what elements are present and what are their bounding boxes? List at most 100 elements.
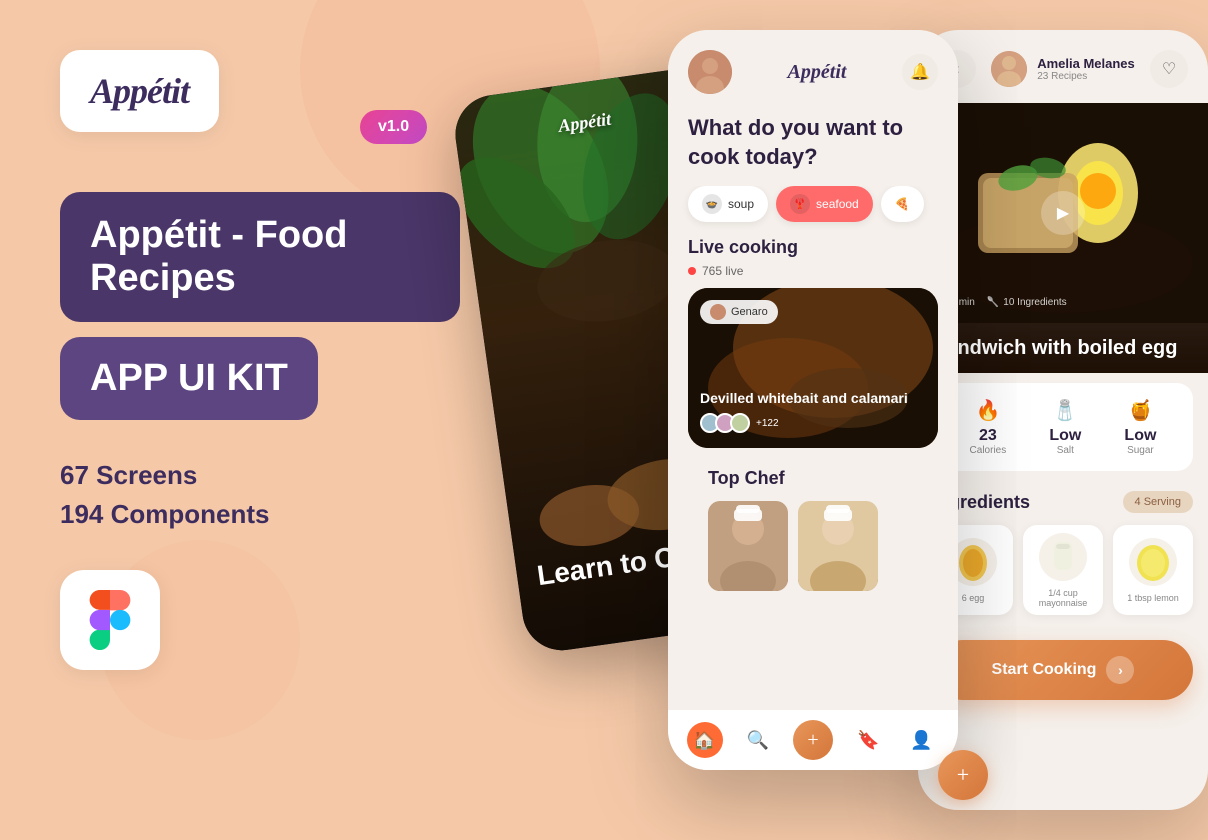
chef2-svg	[798, 501, 878, 591]
sugar-icon: 🍯	[1124, 398, 1156, 423]
fab-button[interactable]: +	[938, 750, 988, 800]
seafood-icon: 🦞	[790, 194, 810, 214]
screens-count: 67 Screens	[60, 460, 460, 491]
nav-home[interactable]: 🏠	[687, 722, 723, 758]
category-pills: 🍲 soup 🦞 seafood 🍕	[668, 186, 958, 237]
user-info: Amelia Melanes 23 Recipes	[1037, 56, 1135, 82]
chef-card-1[interactable]	[708, 501, 788, 591]
top-chef-section: Top Chef	[688, 468, 938, 591]
stats-section: 67 Screens 194 Components	[60, 460, 460, 530]
live-recipe-name: Devilled whitebait and calamari	[700, 389, 926, 407]
left-panel: Appétit v1.0 Appétit - Food Recipes APP …	[60, 50, 460, 670]
components-count: 194 Components	[60, 499, 460, 530]
ingredients-section: Ingredients 4 Serving 6 egg	[918, 481, 1208, 625]
recipe-image: ▶ ⏱ 12 min 🥄 10 Ingredients	[918, 103, 1208, 323]
chef-card-2[interactable]	[798, 501, 878, 591]
nav-bookmark[interactable]: 🔖	[850, 722, 886, 758]
live-card[interactable]: Genaro Devilled whitebait and calamari +…	[688, 288, 938, 448]
salt-label: Salt	[1049, 445, 1081, 456]
calories-value: 23	[970, 427, 1007, 445]
heart-button[interactable]: ♡	[1150, 50, 1188, 88]
soup-label: soup	[728, 197, 754, 211]
phone-right: ‹ Amelia Melanes 23 Recipes ♡	[918, 30, 1208, 810]
figma-logo-box	[60, 570, 160, 670]
right-user-avatar	[991, 51, 1027, 87]
bottom-nav: 🏠 🔍 + 🔖 👤	[668, 710, 958, 770]
extra-label: 🍕	[895, 197, 910, 211]
nutrition-section: 🔥 23 Calories 🧂 Low Salt 🍯 Low Sugar	[933, 383, 1193, 471]
phone-middle: Appétit 🔔 What do you want to cook today…	[668, 30, 958, 770]
sugar-label: Sugar	[1124, 445, 1156, 456]
notification-bell[interactable]: 🔔	[902, 54, 938, 90]
egg-label: 6 egg	[962, 593, 985, 603]
nav-search[interactable]: 🔍	[740, 722, 776, 758]
avatar-svg	[688, 50, 732, 94]
mayo-svg	[1038, 532, 1088, 582]
top-chef-title: Top Chef	[708, 468, 918, 489]
live-title: Live cooking	[688, 237, 938, 258]
soup-icon: 🍲	[702, 194, 722, 214]
right-topbar: ‹ Amelia Melanes 23 Recipes ♡	[918, 30, 1208, 103]
version-badge: v1.0	[360, 110, 427, 144]
user-name: Amelia Melanes	[1037, 56, 1135, 71]
seafood-pill[interactable]: 🦞 seafood	[776, 186, 873, 222]
ingredients-badge: 🥄 10 Ingredients	[987, 297, 1067, 308]
recipe-title: Sandwich with boiled egg	[933, 335, 1193, 361]
start-cooking-button[interactable]: Start Cooking ›	[933, 640, 1193, 700]
ingredient-items: 6 egg 1/4 cup mayonnaise	[933, 525, 1193, 615]
chef-cards	[708, 501, 918, 591]
figma-icon	[85, 590, 135, 650]
calories-icon: 🔥	[970, 398, 1007, 423]
soup-pill[interactable]: 🍲 soup	[688, 186, 768, 222]
start-cooking-label: Start Cooking	[992, 661, 1097, 679]
phone-mid-header: Appétit 🔔	[668, 30, 958, 104]
viewer-avatars: +122	[700, 413, 926, 433]
logo-box: Appétit	[60, 50, 219, 132]
start-chevron-icon: ›	[1106, 656, 1134, 684]
welcome-section: What do you want to cook today?	[668, 104, 958, 186]
salt-icon: 🧂	[1049, 398, 1081, 423]
live-chef-tag: Genaro	[700, 300, 778, 324]
calories-label: Calories	[970, 445, 1007, 456]
chef-name: Genaro	[731, 306, 768, 318]
user-avatar	[688, 50, 732, 94]
lemon-svg	[1128, 537, 1178, 587]
chef-avatar-mini	[710, 304, 726, 320]
live-section: Live cooking 765 live	[668, 237, 958, 601]
greeting-text: What do you want to cook today?	[688, 114, 938, 171]
ingredient-icon: 🥄	[987, 297, 999, 308]
viewer-count: +122	[756, 418, 779, 429]
live-card-title: Devilled whitebait and calamari +122	[700, 389, 926, 433]
live-count: 765 live	[702, 264, 743, 278]
ingredient-mayo: 1/4 cup mayonnaise	[1023, 525, 1103, 615]
mayo-label: 1/4 cup mayonnaise	[1031, 588, 1095, 608]
app-logo: Appétit	[90, 71, 189, 111]
salt-value: Low	[1049, 427, 1081, 445]
user-header: Amelia Melanes 23 Recipes	[991, 51, 1135, 87]
calories-item: 🔥 23 Calories	[970, 398, 1007, 456]
app-tagline-1: Appétit - Food Recipes	[90, 214, 430, 300]
extra-pill[interactable]: 🍕	[881, 186, 924, 222]
live-dot	[688, 267, 696, 275]
ingredients-count: 10 Ingredients	[1003, 297, 1066, 308]
serving-badge: 4 Serving	[1123, 491, 1193, 513]
recipe-title-section: Sandwich with boiled egg	[918, 323, 1208, 373]
mid-phone-logo: Appétit	[788, 61, 847, 84]
play-button[interactable]: ▶	[1041, 191, 1085, 235]
mayo-img	[1038, 532, 1088, 582]
title-box-2: APP UI KIT	[60, 337, 318, 420]
nav-profile[interactable]: 👤	[903, 722, 939, 758]
sugar-value: Low	[1124, 427, 1156, 445]
user-recipes: 23 Recipes	[1037, 71, 1135, 82]
title-box-1: Appétit - Food Recipes	[60, 192, 460, 322]
chef1-svg	[708, 501, 788, 591]
seafood-label: seafood	[816, 197, 859, 211]
salt-item: 🧂 Low Salt	[1049, 398, 1081, 456]
app-tagline-2: APP UI KIT	[90, 357, 288, 400]
lemon-label: 1 tbsp lemon	[1127, 593, 1179, 603]
ingredients-header: Ingredients 4 Serving	[933, 491, 1193, 513]
sugar-item: 🍯 Low Sugar	[1124, 398, 1156, 456]
right-avatar-svg	[991, 51, 1027, 87]
nav-add[interactable]: +	[793, 720, 833, 760]
phones-container: Appétit Learn to Cook Appétit 🔔	[448, 0, 1208, 840]
